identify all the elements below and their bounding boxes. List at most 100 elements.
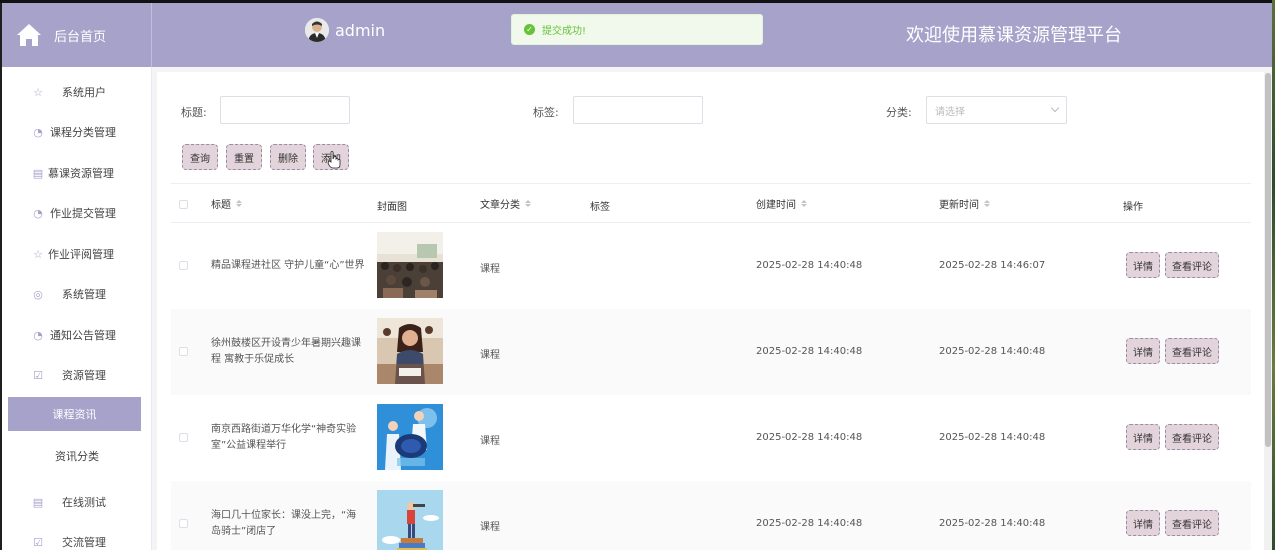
compass-icon: ◎ [33,287,43,301]
detail-button[interactable]: 详情 [1126,338,1160,364]
check-circle-icon: ✓ [524,24,535,35]
sidebar-item-label: 交流管理 [62,536,106,549]
sidebar-item-label: 慕课资源管理 [48,167,114,180]
tag-filter-label: 标签: [533,106,559,119]
pie-icon: ◔ [33,206,43,220]
home-icon [17,24,41,46]
tag-filter-input[interactable] [573,96,703,124]
star-icon: ☆ [33,247,43,261]
sidebar-item-resources[interactable]: ☑ 资源管理 [2,358,152,392]
bin-icon: ▤ [32,166,44,180]
row-created: 2025-02-28 14:40:48 [756,346,863,357]
row-title: 海口几十位家长：课没上完，“海岛骑士”闭店了 [211,510,357,537]
sidebar-item-label: 课程分类管理 [50,126,116,139]
main-panel: 标题: 标签: 分类: 请选择 查询 重置 删除 添加 标题 封面图 [157,72,1272,550]
column-actions-label: 操作 [1123,202,1143,213]
column-updated-label: 更新时间 [939,200,979,211]
home-link[interactable]: 后台首页 [2,3,152,67]
column-actions: 操作 [1123,198,1143,213]
sidebar-item-label: 资讯分类 [55,450,99,463]
category-filter-label: 分类: [886,106,912,119]
chevron-down-icon [1050,103,1060,113]
sidebar-item-homework-submit[interactable]: ◔ 作业提交管理 [2,196,152,230]
sidebar-item-homework-review[interactable]: ☆ 作业评阅管理 [2,237,152,271]
row-actions: 详情 查看评论 [1126,510,1224,536]
row-title: 南京西路街道万华化学“神奇实验室”公益课程举行 [211,424,357,451]
column-created[interactable]: 创建时间 [756,196,807,211]
row-updated: 2025-02-28 14:40:48 [939,518,1046,529]
sidebar-item-label: 通知公告管理 [50,329,116,342]
toast-message: 提交成功! [542,26,587,37]
check-icon: ☑ [33,368,43,382]
sidebar-item-course-news[interactable]: 课程资讯 [8,397,141,431]
cover-image[interactable] [377,404,443,470]
sidebar-item-notices[interactable]: ◔ 通知公告管理 [2,318,152,352]
column-title-label: 标题 [211,200,231,211]
column-updated[interactable]: 更新时间 [939,196,990,211]
column-created-label: 创建时间 [756,200,796,211]
window-edge-top [0,0,1275,3]
column-title[interactable]: 标题 [211,196,242,211]
row-category: 课程 [480,264,500,275]
select-all-checkbox[interactable] [179,200,188,209]
view-comments-button[interactable]: 查看评论 [1165,510,1219,536]
detail-button[interactable]: 详情 [1126,252,1160,278]
user-menu[interactable]: admin [305,18,385,42]
hand-cursor-icon [327,151,341,169]
sidebar-item-label: 课程资讯 [52,408,97,421]
cover-image[interactable] [377,232,443,298]
sidebar-item-course-category[interactable]: ◔ 课程分类管理 [2,115,152,149]
sidebar-item-online-test[interactable]: ▤ 在线测试 [2,485,152,519]
cover-image[interactable] [377,490,443,550]
sidebar-item-news-category[interactable]: 资讯分类 [2,439,152,473]
row-updated: 2025-02-28 14:40:48 [939,346,1046,357]
view-comments-button[interactable]: 查看评论 [1165,252,1219,278]
pie-icon: ◔ [33,125,43,139]
row-checkbox[interactable] [179,519,188,528]
sidebar-item-label: 作业评阅管理 [48,248,114,261]
title-filter-label: 标题: [181,106,207,119]
username: admin [335,20,386,40]
sort-icon [984,200,990,207]
sidebar-item-mooc-resources[interactable]: ▤ 慕课资源管理 [2,156,152,190]
sidebar-item-label: 系统管理 [62,288,106,301]
row-actions: 详情 查看评论 [1126,424,1224,450]
row-created: 2025-02-28 14:40:48 [756,518,863,529]
column-category[interactable]: 文章分类 [480,196,531,211]
detail-button[interactable]: 详情 [1126,424,1160,450]
row-created: 2025-02-28 14:40:48 [756,432,863,443]
query-button[interactable]: 查询 [182,144,218,170]
view-comments-button[interactable]: 查看评论 [1165,424,1219,450]
table-header: 标题 封面图 文章分类 标签 创建时间 更新时间 操作 [171,183,1251,223]
sidebar-item-system-users[interactable]: ☆ 系统用户 [2,75,152,109]
row-checkbox[interactable] [179,347,188,356]
view-comments-button[interactable]: 查看评论 [1165,338,1219,364]
sort-icon [236,200,242,207]
cover-image[interactable] [377,318,443,384]
sidebar-item-system-management[interactable]: ◎ 系统管理 [2,277,152,311]
sidebar-item-label: 在线测试 [62,496,106,509]
row-category: 课程 [480,436,500,447]
row-checkbox[interactable] [179,261,188,270]
delete-button[interactable]: 删除 [270,144,306,170]
row-title: 精品课程进社区 守护儿童“心”世界 [211,260,365,271]
column-cover: 封面图 [377,198,407,213]
table-row: 南京西路街道万华化学“神奇实验室”公益课程举行 课程 2025-02-28 14… [171,395,1251,481]
pie-icon: ◔ [33,328,43,342]
column-category-label: 文章分类 [480,200,520,211]
row-updated: 2025-02-28 14:40:48 [939,432,1046,443]
category-placeholder: 请选择 [935,106,965,118]
bin-icon: ▤ [32,495,44,509]
reset-button[interactable]: 重置 [226,144,262,170]
row-created: 2025-02-28 14:40:48 [756,260,863,271]
row-category: 课程 [480,350,500,361]
detail-button[interactable]: 详情 [1126,510,1160,536]
row-checkbox[interactable] [179,433,188,442]
row-actions: 详情 查看评论 [1126,252,1224,278]
title-filter-input[interactable] [220,96,350,124]
category-select[interactable]: 请选择 [926,96,1067,124]
avatar [305,18,329,42]
sidebar-item-communication[interactable]: ☑ 交流管理 [2,525,152,550]
row-updated: 2025-02-28 14:46:07 [939,260,1046,271]
scrollbar-thumb[interactable] [1265,73,1271,447]
